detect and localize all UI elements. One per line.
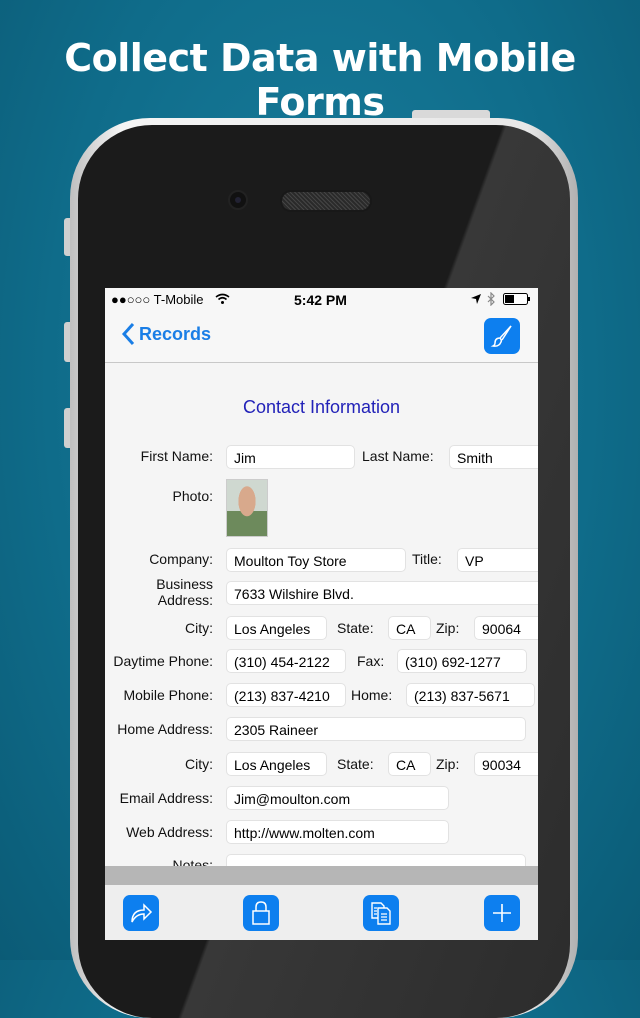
back-label: Records — [139, 323, 212, 344]
chevron-left-icon — [121, 322, 135, 346]
business-city-label: City: — [185, 620, 213, 636]
photo-label: Photo: — [172, 488, 213, 504]
first-name-field[interactable]: Jim — [226, 445, 355, 469]
fax-field[interactable]: (310) 692-1277 — [397, 649, 527, 673]
last-name-label: Last Name: — [362, 448, 434, 464]
business-state-field[interactable]: CA — [388, 616, 431, 640]
bluetooth-icon — [487, 292, 495, 306]
business-address-field[interactable]: 7633 Wilshire Blvd. — [226, 581, 538, 605]
back-button[interactable]: Records — [121, 322, 211, 346]
share-icon — [131, 903, 153, 923]
headline: Collect Data with Mobile Forms — [64, 36, 576, 124]
daytime-phone-label: Daytime Phone: — [113, 653, 213, 669]
paintbrush-icon — [490, 325, 512, 347]
home-address-field[interactable]: 2305 Raineer — [226, 717, 526, 741]
title-field[interactable]: VP — [457, 548, 538, 572]
title-label: Title: — [412, 551, 442, 567]
clock: 5:42 PM — [294, 292, 347, 308]
copy-button[interactable] — [363, 895, 399, 931]
bottom-toolbar — [105, 885, 538, 940]
mobile-phone-field[interactable]: (213) 837-4210 — [226, 683, 346, 707]
email-field[interactable]: Jim@moulton.com — [226, 786, 449, 810]
toolbar-separator — [105, 866, 538, 885]
lock-button[interactable] — [243, 895, 279, 931]
home-zip-label: Zip: — [436, 756, 460, 772]
home-address-label: Home Address: — [117, 721, 213, 737]
last-name-field[interactable]: Smith — [449, 445, 538, 469]
camera — [228, 190, 248, 210]
battery-icon — [503, 293, 530, 305]
web-address-label: Web Address: — [126, 824, 213, 840]
first-name-label: First Name: — [140, 448, 213, 464]
status-bar: ●●○○○ T-Mobile 5:42 PM — [105, 288, 538, 310]
phone-screen: ●●○○○ T-Mobile 5:42 PM Records Contact I… — [105, 288, 538, 940]
business-state-label: State: — [337, 620, 374, 636]
location-icon — [471, 294, 481, 304]
contact-form: Contact Information First Name: Jim Last… — [105, 363, 538, 878]
business-address-label: Business Address: — [156, 576, 213, 608]
carrier: ●●○○○ T-Mobile — [111, 292, 204, 307]
business-zip-field[interactable]: 90064 — [474, 616, 538, 640]
home-state-field[interactable]: CA — [388, 752, 431, 776]
navigation-bar: Records — [105, 310, 538, 363]
copy-icon — [371, 902, 391, 925]
company-label: Company: — [149, 551, 213, 567]
lock-icon — [252, 901, 270, 925]
add-record-button[interactable] — [484, 895, 520, 931]
home-state-label: State: — [337, 756, 374, 772]
contact-photo[interactable] — [226, 479, 268, 537]
business-city-field[interactable]: Los Angeles — [226, 616, 327, 640]
business-address-label-line1: Business — [156, 576, 213, 592]
plus-icon — [493, 904, 511, 922]
mobile-phone-label: Mobile Phone: — [123, 687, 213, 703]
web-address-field[interactable]: http://www.molten.com — [226, 820, 449, 844]
share-button[interactable] — [123, 895, 159, 931]
business-zip-label: Zip: — [436, 620, 460, 636]
email-label: Email Address: — [119, 790, 213, 806]
edit-style-button[interactable] — [484, 318, 520, 354]
wifi-icon — [215, 293, 230, 304]
home-city-label: City: — [185, 756, 213, 772]
speaker — [280, 190, 372, 212]
company-field[interactable]: Moulton Toy Store — [226, 548, 406, 572]
home-phone-field[interactable]: (213) 837-5671 — [406, 683, 535, 707]
home-phone-label: Home: — [351, 687, 393, 703]
home-zip-field[interactable]: 90034 — [474, 752, 538, 776]
business-address-label-line2: Address: — [157, 592, 213, 608]
fax-label: Fax: — [357, 653, 385, 669]
form-title: Contact Information — [242, 397, 401, 417]
daytime-phone-field[interactable]: (310) 454-2122 — [226, 649, 346, 673]
home-city-field[interactable]: Los Angeles — [226, 752, 327, 776]
